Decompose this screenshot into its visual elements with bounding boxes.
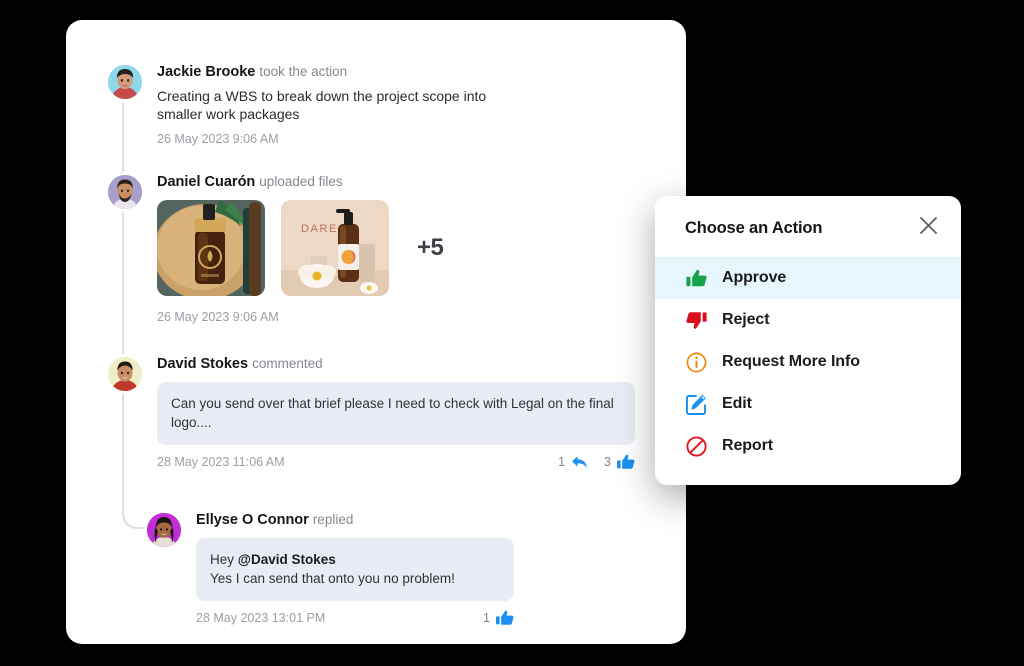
panel-header: Choose an Action <box>655 196 961 257</box>
event-timestamp: 26 May 2023 9:06 AM <box>157 132 279 146</box>
feed-event-daniel-upload: Daniel Cuarón uploaded files DARE +5 26 … <box>105 172 444 324</box>
event-body: David Stokes commented Can you send over … <box>157 354 635 470</box>
activity-feed-list: Jackie Brooke took the action Creating a … <box>66 20 686 644</box>
reply-greeting: Hey <box>210 552 235 567</box>
like-count: 1 <box>483 611 490 625</box>
thumbs-up-icon <box>617 454 635 470</box>
action-label: Request More Info <box>722 353 860 370</box>
activity-feed-card: Jackie Brooke took the action Creating a … <box>66 20 686 644</box>
close-icon <box>919 216 938 240</box>
avatar[interactable] <box>105 62 145 102</box>
event-header: Jackie Brooke took the action <box>157 63 517 81</box>
reply-meta-row: 28 May 2023 13:01 PM 1 <box>196 610 514 626</box>
reply-count: 1 <box>558 455 566 469</box>
event-timestamp: 26 May 2023 9:06 AM <box>157 310 279 324</box>
event-header: Ellyse O Connor replied <box>196 511 514 529</box>
thumbs-up-icon <box>685 267 707 289</box>
like-reaction[interactable]: 3 <box>604 454 635 470</box>
attachment-thumbnails: DARE +5 <box>157 200 444 296</box>
like-reaction[interactable]: 1 <box>483 610 514 626</box>
event-verb: took the action <box>259 64 348 79</box>
action-label: Report <box>722 437 773 454</box>
reply-bubble: Hey @David Stokes Yes I can send that on… <box>196 538 514 601</box>
event-verb: uploaded files <box>259 174 343 189</box>
thumbs-up-icon <box>496 610 514 626</box>
avatar[interactable] <box>105 354 145 394</box>
action-label: Reject <box>722 311 770 328</box>
reply-first-line: Hey @David Stokes <box>210 550 500 569</box>
action-item-approve[interactable]: Approve <box>655 257 961 299</box>
event-body: Ellyse O Connor replied Hey @David Stokes… <box>196 510 514 626</box>
reply-text: Yes I can send that onto you no problem! <box>210 571 455 586</box>
panel-title: Choose an Action <box>685 218 823 237</box>
event-verb: commented <box>252 356 323 371</box>
choose-action-panel: Choose an Action Approve Reject Request … <box>655 196 961 485</box>
action-item-request-more-info[interactable]: Request More Info <box>655 341 961 383</box>
comment-meta-row: 28 May 2023 11:06 AM 1 3 <box>157 454 635 470</box>
info-circle-icon <box>685 351 707 373</box>
event-verb: replied <box>312 512 354 527</box>
reply-reaction[interactable]: 1 <box>558 455 588 470</box>
feed-event-ellyse-reply: Ellyse O Connor replied Hey @David Stokes… <box>144 510 514 626</box>
thumbs-down-icon <box>685 309 707 331</box>
ban-circle-icon <box>685 435 707 457</box>
event-description: Creating a WBS to break down the project… <box>157 88 487 122</box>
attachment-thumbnail-oil-dropper-bottle-photo[interactable] <box>157 200 265 296</box>
avatar[interactable] <box>144 510 184 550</box>
reply-arrow-icon <box>571 455 588 470</box>
comment-bubble: Can you send over that brief please I ne… <box>157 382 635 445</box>
reaction-group: 1 3 <box>558 454 635 470</box>
like-count: 3 <box>604 455 611 469</box>
attachment-thumbnail-dare-pump-bottle-photo[interactable]: DARE <box>281 200 389 296</box>
avatar[interactable] <box>105 172 145 212</box>
event-header: Daniel Cuarón uploaded files <box>157 173 443 191</box>
svg-text:DARE: DARE <box>301 223 338 235</box>
action-item-reject[interactable]: Reject <box>655 299 961 341</box>
screenshot-stage: Jackie Brooke took the action Creating a … <box>0 0 1024 666</box>
reply-mention[interactable]: @David Stokes <box>238 552 336 567</box>
event-header: David Stokes commented <box>157 355 635 373</box>
action-label: Edit <box>722 395 752 412</box>
attachment-more-count[interactable]: +5 <box>417 234 444 262</box>
feed-event-david-comment: David Stokes commented Can you send over … <box>105 354 635 470</box>
event-author-name: Ellyse O Connor <box>196 512 309 528</box>
feed-event-jackie-action: Jackie Brooke took the action Creating a … <box>105 62 517 146</box>
event-body: Daniel Cuarón uploaded files DARE +5 26 … <box>157 172 444 324</box>
close-button[interactable] <box>915 215 941 241</box>
action-label: Approve <box>722 269 787 286</box>
action-item-report[interactable]: Report <box>655 425 961 467</box>
action-item-edit[interactable]: Edit <box>655 383 961 425</box>
event-timestamp: 28 May 2023 13:01 PM <box>196 611 326 625</box>
reaction-group: 1 <box>483 610 514 626</box>
event-body: Jackie Brooke took the action Creating a … <box>157 62 517 146</box>
event-timestamp: 28 May 2023 11:06 AM <box>157 455 285 469</box>
event-author-name: Jackie Brooke <box>157 64 256 80</box>
event-author-name: Daniel Cuarón <box>157 174 256 190</box>
event-author-name: David Stokes <box>157 356 249 372</box>
edit-square-icon <box>685 393 707 415</box>
